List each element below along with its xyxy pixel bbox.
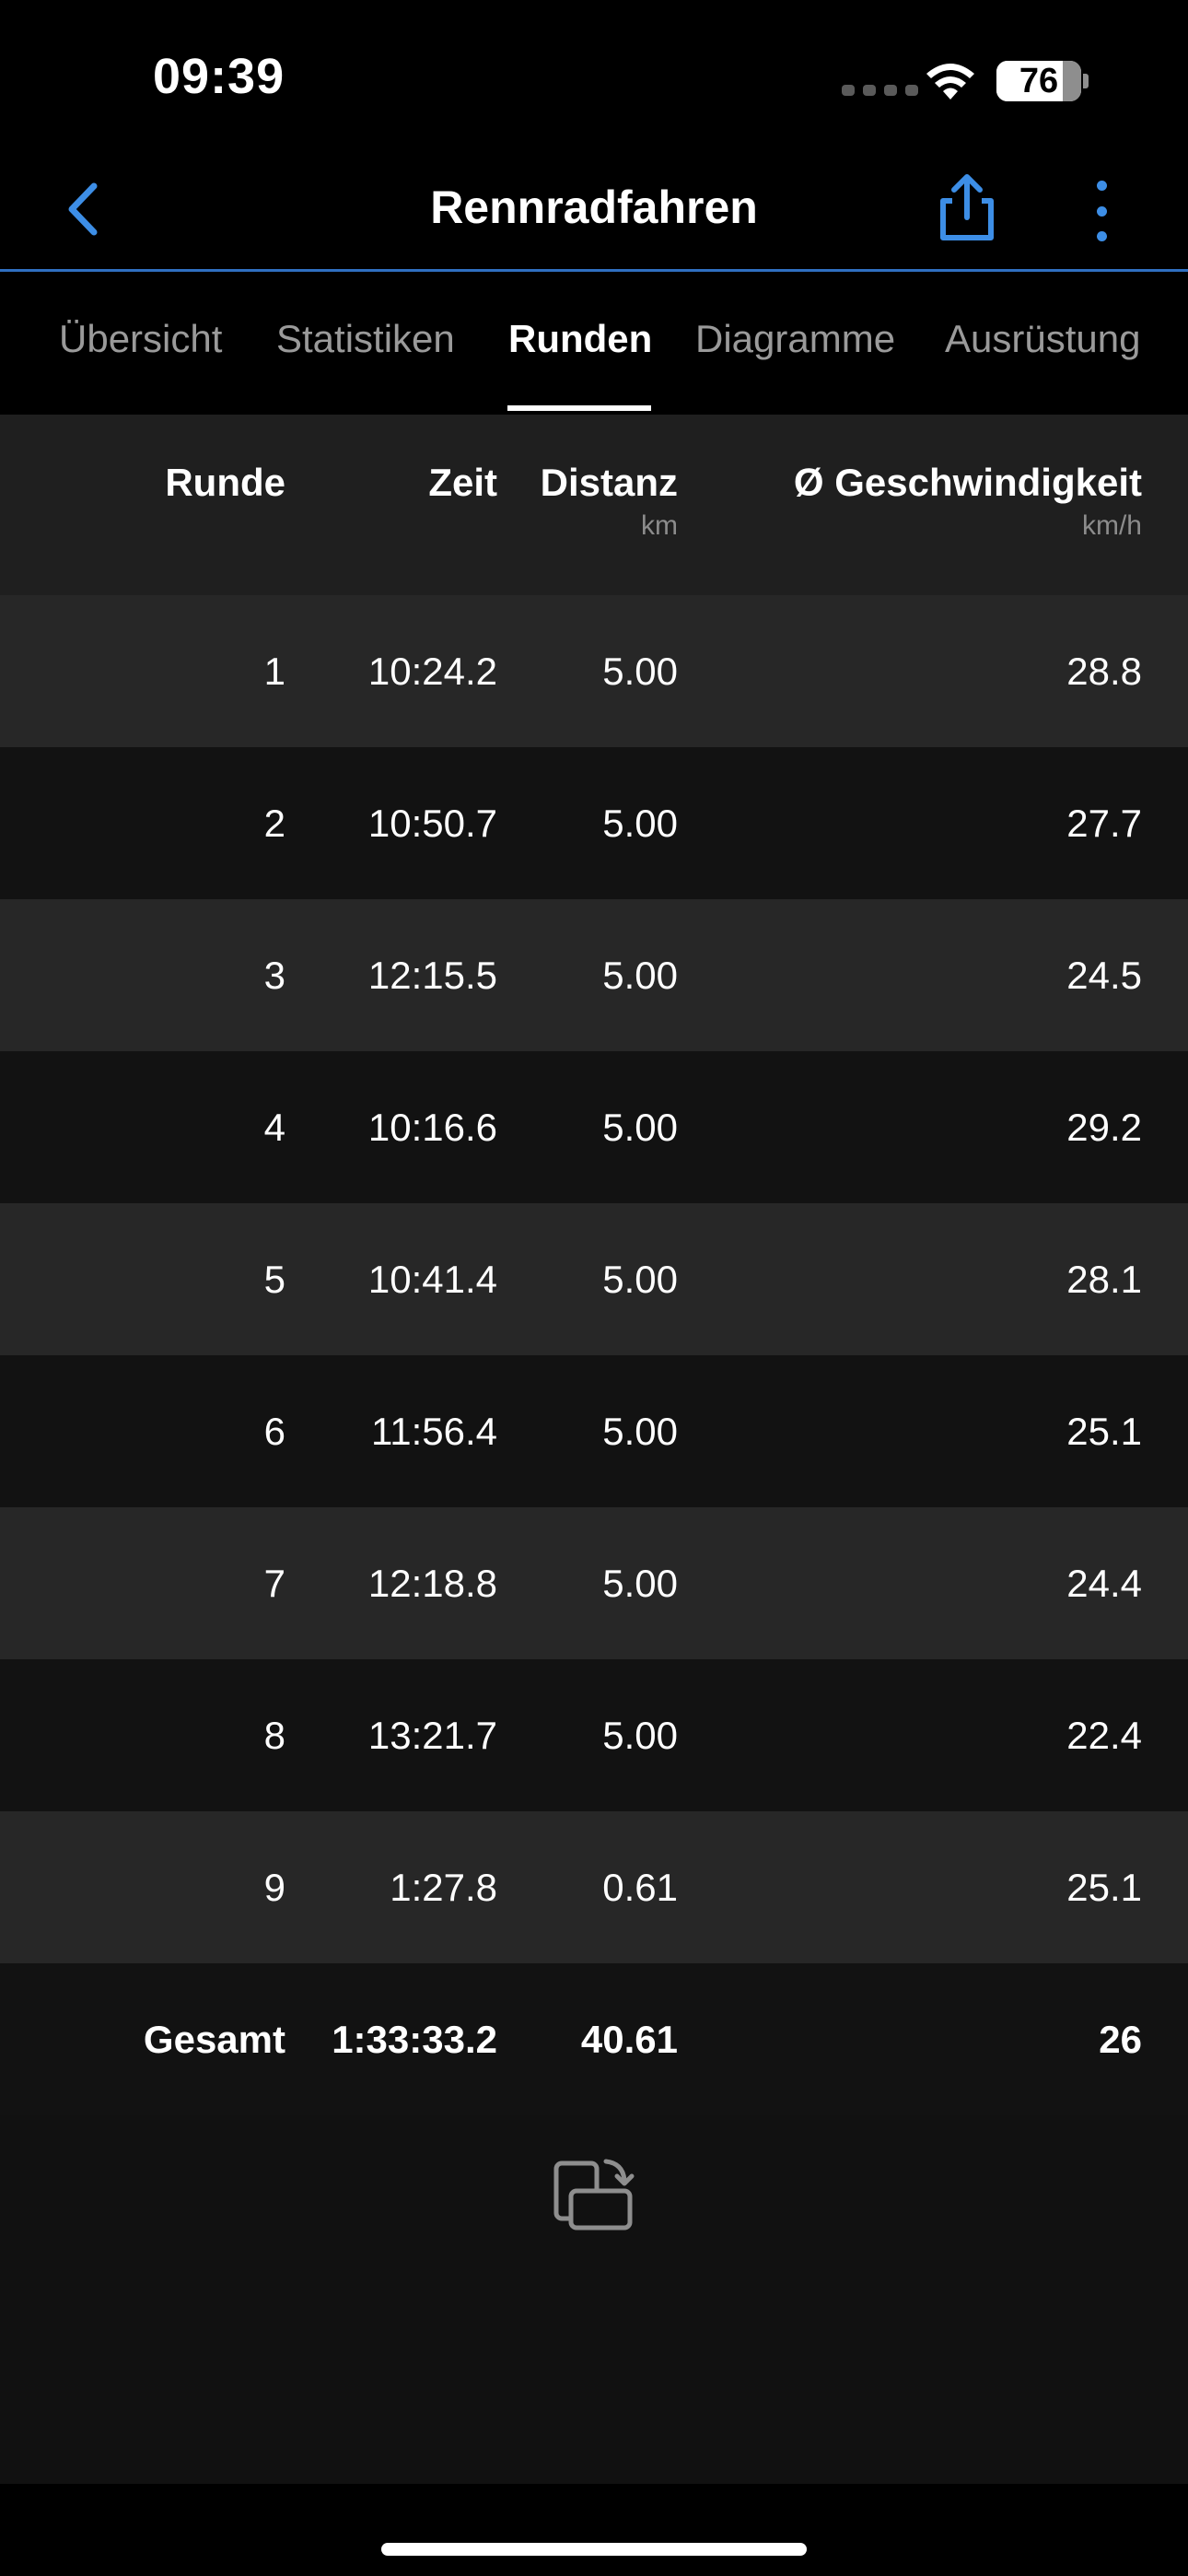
cell-lap: 7 xyxy=(263,1562,285,1605)
table-row: 8 13:21.7 5.00 22.4 xyxy=(0,1659,1188,1811)
table-row: 4 10:16.6 5.00 29.2 xyxy=(0,1051,1188,1203)
cell-time: 10:41.4 xyxy=(367,1258,497,1301)
cell-distance: 5.00 xyxy=(602,1714,678,1757)
table-total-row: Gesamt 1:33:33.2 40.61 26 xyxy=(0,1963,1188,2115)
tab-statistiken[interactable]: Statistiken xyxy=(276,317,455,361)
cell-distance: 5.00 xyxy=(602,1410,678,1453)
header-speed-unit: km/h xyxy=(1081,510,1142,541)
cell-speed: 22.4 xyxy=(1066,1714,1142,1757)
share-icon[interactable] xyxy=(939,173,995,243)
cell-distance: 5.00 xyxy=(602,650,678,693)
active-tab-indicator xyxy=(507,405,651,411)
cell-speed: 27.7 xyxy=(1066,802,1142,845)
total-label: Gesamt xyxy=(143,2018,285,2061)
cell-speed: 24.5 xyxy=(1066,954,1142,997)
cell-speed: 25.1 xyxy=(1066,1866,1142,1909)
cell-time: 13:21.7 xyxy=(367,1714,497,1757)
cell-distance: 5.00 xyxy=(602,1258,678,1301)
tab-ausruestung[interactable]: Ausrüstung xyxy=(945,317,1140,361)
tab-diagramme[interactable]: Diagramme xyxy=(695,317,895,361)
cell-speed: 28.1 xyxy=(1066,1258,1142,1301)
cell-lap: 9 xyxy=(263,1866,285,1909)
page-title: Rennradfahren xyxy=(430,181,758,233)
cell-time: 1:27.8 xyxy=(390,1866,497,1909)
table-row: 9 1:27.8 0.61 25.1 xyxy=(0,1811,1188,1963)
table-row: 2 10:50.7 5.00 27.7 xyxy=(0,747,1188,899)
battery-level: 76 xyxy=(1019,61,1059,100)
cell-time: 12:15.5 xyxy=(367,954,497,997)
cell-distance: 5.00 xyxy=(602,802,678,845)
cell-time: 10:50.7 xyxy=(367,802,497,845)
cell-lap: 4 xyxy=(263,1106,285,1149)
header-speed: Ø Geschwindigkeit xyxy=(793,461,1142,504)
total-time: 1:33:33.2 xyxy=(332,2018,497,2061)
status-time: 09:39 xyxy=(153,49,285,104)
table-row: 7 12:18.8 5.00 24.4 xyxy=(0,1507,1188,1659)
cell-time: 11:56.4 xyxy=(370,1410,497,1453)
cell-lap: 5 xyxy=(263,1258,285,1301)
cell-lap: 6 xyxy=(263,1410,285,1453)
cell-distance: 5.00 xyxy=(602,1106,678,1149)
battery-tip xyxy=(1083,74,1089,88)
cell-speed: 25.1 xyxy=(1066,1410,1142,1453)
battery-icon: 76 xyxy=(996,61,1081,101)
table-row: 3 12:15.5 5.00 24.5 xyxy=(0,899,1188,1051)
cell-distance: 5.00 xyxy=(602,1562,678,1605)
table-row: 1 10:24.2 5.00 28.8 xyxy=(0,595,1188,747)
header-distance: Distanz xyxy=(540,461,678,504)
cell-lap: 2 xyxy=(263,802,285,845)
bottom-safe-area xyxy=(0,2484,1188,2576)
table-row: 6 11:56.4 5.00 25.1 xyxy=(0,1355,1188,1507)
total-speed: 26 xyxy=(1099,2018,1142,2061)
signal-icon xyxy=(842,85,918,96)
header-lap: Runde xyxy=(165,461,285,504)
cell-time: 10:24.2 xyxy=(367,650,497,693)
rotate-screen-icon[interactable] xyxy=(553,2156,635,2231)
tab-uebersicht[interactable]: Übersicht xyxy=(59,317,222,361)
header-distance-unit: km xyxy=(641,510,678,541)
cell-time: 12:18.8 xyxy=(367,1562,497,1605)
cell-lap: 8 xyxy=(263,1714,285,1757)
cell-distance: 5.00 xyxy=(602,954,678,997)
home-indicator[interactable] xyxy=(381,2543,807,2556)
cell-lap: 1 xyxy=(263,650,285,693)
table-header: Runde Zeit Distanz km Ø Geschwindigkeit … xyxy=(0,415,1188,595)
vertical-ellipsis-icon[interactable] xyxy=(1083,181,1120,241)
cell-speed: 29.2 xyxy=(1066,1106,1142,1149)
cell-speed: 24.4 xyxy=(1066,1562,1142,1605)
tab-bar: Übersicht Statistiken Runden Diagramme A… xyxy=(0,273,1188,413)
cell-speed: 28.8 xyxy=(1066,650,1142,693)
wifi-icon xyxy=(926,64,974,100)
header-time: Zeit xyxy=(428,461,497,504)
status-bar: 09:39 76 xyxy=(0,0,1188,157)
table-row: 5 10:41.4 5.00 28.1 xyxy=(0,1203,1188,1355)
total-distance: 40.61 xyxy=(580,2018,678,2061)
tab-runden[interactable]: Runden xyxy=(508,317,652,361)
nav-bar: Rennradfahren xyxy=(0,157,1188,272)
cell-time: 10:16.6 xyxy=(367,1106,497,1149)
cell-distance: 0.61 xyxy=(602,1866,678,1909)
cell-lap: 3 xyxy=(263,954,285,997)
